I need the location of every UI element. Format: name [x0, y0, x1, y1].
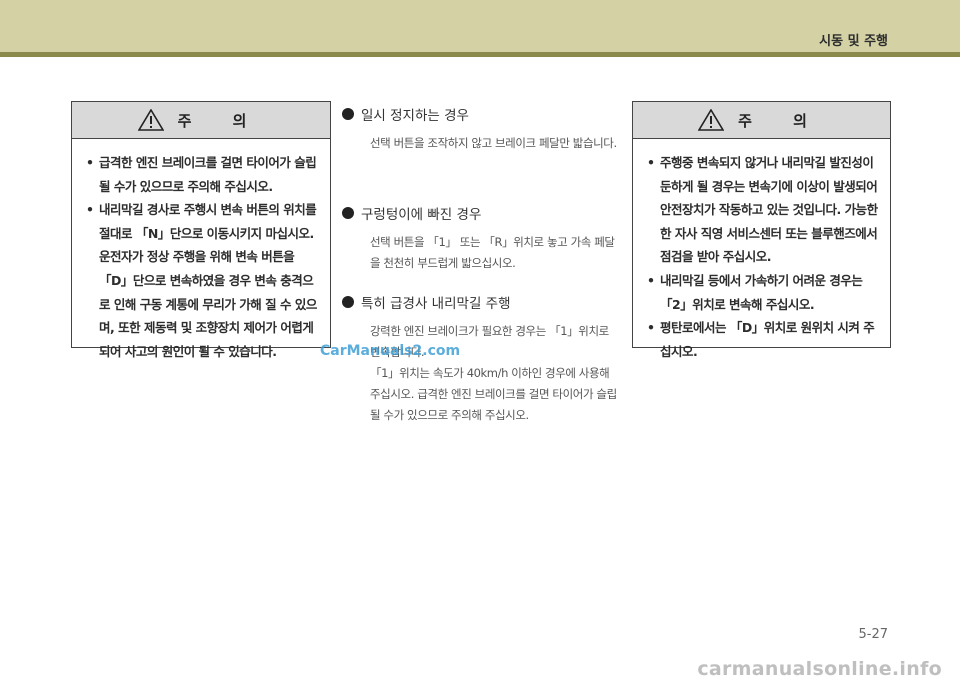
caution-item: 내리막길 경사로 주행시 변속 버튼의 위치를 절대로 「N」단으로 이동시키지… [86, 198, 320, 363]
section-steep-downhill: 특히 급경사 내리막길 주행 강력한 엔진 브레이크가 필요한 경우는 「1」위… [342, 292, 622, 426]
watermark-carmanualsonline: carmanualsonline.info [697, 658, 942, 680]
section-stuck: 구렁텅이에 빠진 경우 선택 버튼을 「1」 또는 「R」위치로 놓고 가속 페… [342, 203, 622, 274]
caution-header: 주 의 [633, 102, 890, 139]
section-title: 구렁텅이에 빠진 경우 [361, 207, 482, 223]
bullet-dot-icon [342, 207, 354, 219]
section-body: 선택 버튼을 조작하지 않고 브레이크 페달만 밟습니다. [370, 136, 617, 150]
caution-item: 급격한 엔진 브레이크를 걸면 타이어가 슬립될 수가 있으므로 주의해 주십시… [86, 151, 320, 198]
caution-title: 주 의 [738, 111, 825, 130]
caution-item: 평탄로에서는 「D」위치로 원위치 시켜 주십시오. [647, 316, 880, 363]
chapter-title: 시동 및 주행 [819, 34, 888, 49]
caution-box-right: 주 의 주행중 변속되지 않거나 내리막길 발진성이 둔하게 될 경우는 변속기… [632, 101, 891, 359]
caution-box-left: 주 의 급격한 엔진 브레이크를 걸면 타이어가 슬립될 수가 있으므로 주의해… [71, 101, 331, 359]
caution-item: 주행중 변속되지 않거나 내리막길 발진성이 둔하게 될 경우는 변속기에 이상… [647, 151, 880, 269]
section-heading: 일시 정지하는 경우 [342, 104, 622, 124]
watermark-carmanuals2: CarManuals2.com [320, 343, 461, 359]
section-title: 일시 정지하는 경우 [361, 108, 469, 124]
header-rule [0, 52, 960, 57]
section-temporary-stop: 일시 정지하는 경우 선택 버튼을 조작하지 않고 브레이크 페달만 밟습니다. [342, 104, 622, 154]
caution-item: 내리막길 등에서 가속하기 어려운 경우는 「2」위치로 변속해 주십시오. [647, 269, 880, 316]
caution-header: 주 의 [72, 102, 330, 139]
caution-list: 급격한 엔진 브레이크를 걸면 타이어가 슬립될 수가 있으므로 주의해 주십시… [72, 139, 330, 371]
section-heading: 구렁텅이에 빠진 경우 [342, 203, 622, 223]
bullet-dot-icon [342, 296, 354, 308]
section-body: 선택 버튼을 「1」 또는 「R」위치로 놓고 가속 페달을 천천히 부드럽게 … [370, 235, 615, 270]
header-band [0, 0, 960, 52]
warning-triangle-icon [698, 109, 725, 131]
section-body-note: 「1」위치는 속도가 40km/h 이하인 경우에 사용해 주십시오. 급격한 … [370, 366, 617, 422]
bullet-dot-icon [342, 108, 354, 120]
section-heading: 특히 급경사 내리막길 주행 [342, 292, 622, 312]
warning-triangle-icon [137, 109, 164, 131]
caution-title: 주 의 [177, 111, 265, 130]
section-title: 특히 급경사 내리막길 주행 [361, 296, 511, 312]
caution-list: 주행중 변속되지 않거나 내리막길 발진성이 둔하게 될 경우는 변속기에 이상… [633, 139, 890, 371]
page-number: 5-27 [858, 627, 888, 642]
